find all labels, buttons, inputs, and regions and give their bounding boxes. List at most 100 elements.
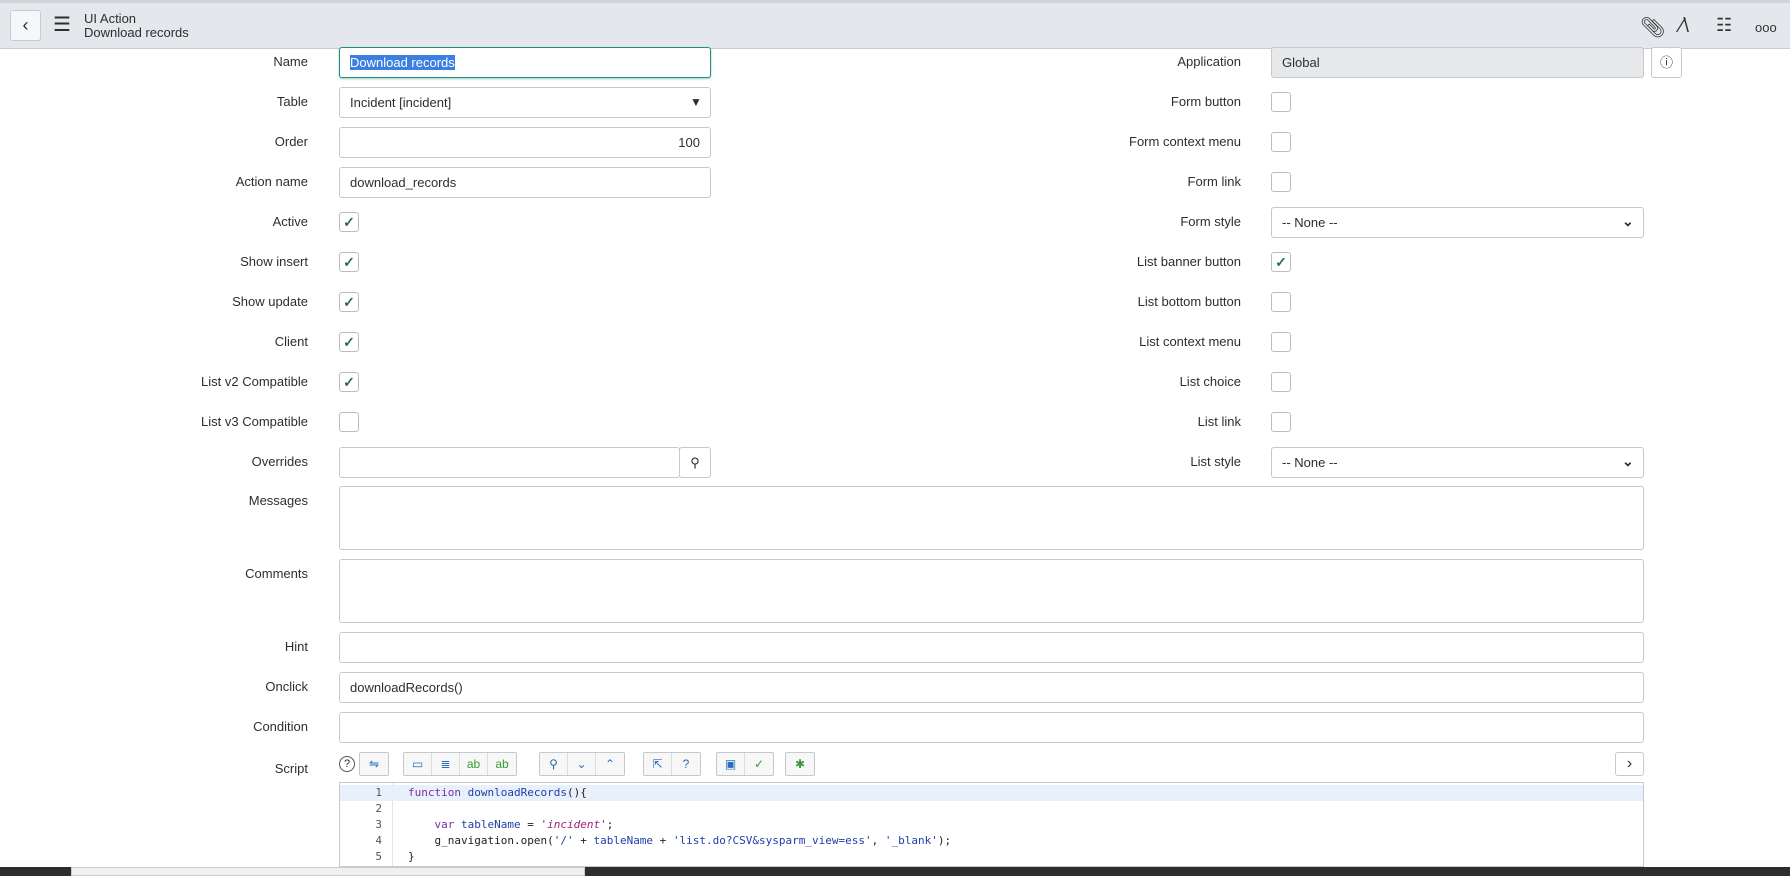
comments-label: Comments	[245, 566, 308, 581]
comment-icon[interactable]: ▭	[404, 753, 432, 775]
show-insert-label: Show insert	[240, 254, 308, 269]
list-style-label: List style	[1190, 454, 1241, 469]
horizontal-scrollbar[interactable]	[71, 867, 585, 876]
line-number: 2	[375, 802, 382, 815]
info-icon: ⓘ	[1659, 55, 1673, 70]
debug-icon[interactable]: ✱	[786, 753, 814, 775]
code-line: 4 g_navigation.open('/' + tableName + 'l…	[340, 833, 1643, 849]
client-label: Client	[274, 334, 308, 349]
search-icon: ⚲	[690, 455, 700, 470]
code-token: '/'	[553, 834, 574, 847]
info-button[interactable]: ⓘ	[1651, 47, 1682, 78]
code-token: =	[520, 818, 541, 831]
help-circle-icon[interactable]: ?	[672, 753, 700, 775]
line-number: 4	[375, 834, 382, 847]
action-name-input[interactable]: download_records	[339, 167, 711, 198]
check-icon: ✓	[343, 334, 355, 350]
code-token: var	[434, 818, 461, 831]
action-name-label: Action name	[235, 174, 308, 189]
table-select[interactable]: Incident [incident]	[339, 87, 711, 118]
list-choice-label: List choice	[1179, 374, 1241, 389]
messages-label: Messages	[248, 493, 308, 508]
client-checkbox[interactable]: ✓	[339, 332, 359, 352]
list-style-select[interactable]: -- None --	[1271, 447, 1644, 478]
action-name-input-value: download_records	[350, 175, 457, 190]
script-toolbar-group-2: ▭ ≣ ab ab	[403, 752, 517, 776]
script-toolbar-group-6: ✱	[785, 752, 815, 776]
show-insert-checkbox[interactable]: ✓	[339, 252, 359, 272]
code-token: 'list.do?CSV&sysparm_view=ess'	[672, 834, 872, 847]
hint-input[interactable]	[339, 632, 1644, 663]
condition-label: Condition	[253, 719, 308, 734]
list-bottom-button-checkbox[interactable]	[1271, 292, 1291, 312]
list-v2-checkbox[interactable]: ✓	[339, 372, 359, 392]
code-token: ;	[606, 818, 614, 831]
list-choice-checkbox[interactable]	[1271, 372, 1291, 392]
replace-icon[interactable]: ab	[460, 753, 488, 775]
active-label: Active	[272, 214, 308, 229]
script-editor[interactable]: 1 function downloadRecords(){2 3 var table…	[339, 782, 1644, 867]
overrides-label: Overrides	[251, 454, 308, 469]
show-update-checkbox[interactable]: ✓	[339, 292, 359, 312]
code-text: var tableName = 'incident';	[408, 817, 614, 833]
back-button[interactable]: ‹	[10, 10, 41, 41]
search-icon[interactable]: ⚲	[540, 753, 568, 775]
table-label: Table	[276, 94, 308, 109]
sliders-icon[interactable]: ☷	[1716, 15, 1732, 36]
more-icon[interactable]: ooo	[1755, 20, 1777, 35]
overrides-input[interactable]	[339, 447, 680, 478]
form-style-label: Form style	[1180, 214, 1241, 229]
comments-textarea[interactable]	[339, 559, 1644, 623]
check-syntax-icon[interactable]: ✓	[745, 753, 773, 775]
active-checkbox[interactable]: ✓	[339, 212, 359, 232]
code-text: function downloadRecords(){	[408, 785, 587, 801]
code-token: +	[573, 834, 594, 847]
list-style-select-value: -- None --	[1282, 455, 1338, 470]
code-token: '_blank'	[884, 834, 938, 847]
paperclip-icon[interactable]: 📎︎	[1640, 15, 1665, 40]
record-type: UI Action	[84, 11, 137, 26]
code-token: ,	[871, 834, 885, 847]
format-icon[interactable]: ≣	[432, 753, 460, 775]
find-next-icon[interactable]: ⌄	[568, 753, 596, 775]
form-style-select[interactable]: -- None --	[1271, 207, 1644, 238]
save-icon[interactable]: ▣	[717, 753, 745, 775]
check-icon: ✓	[343, 294, 355, 310]
form-link-checkbox[interactable]	[1271, 172, 1291, 192]
form-button-checkbox[interactable]	[1271, 92, 1291, 112]
name-label: Name	[273, 54, 308, 69]
list-link-checkbox[interactable]	[1271, 412, 1291, 432]
list-banner-button-checkbox[interactable]: ✓	[1271, 252, 1291, 272]
chevron-down-icon: ⌄	[1622, 453, 1634, 469]
replace-all-icon[interactable]: ab	[488, 753, 516, 775]
order-input-value: 100	[678, 135, 700, 150]
find-previous-icon[interactable]: ⌃	[596, 753, 624, 775]
code-token: 'incident'	[540, 818, 607, 831]
activity-icon[interactable]: ⁄\	[1680, 15, 1689, 38]
code-token: }	[408, 850, 415, 863]
condition-input[interactable]	[339, 712, 1644, 743]
expand-script-button[interactable]: ›	[1615, 752, 1644, 776]
list-v3-checkbox[interactable]	[339, 412, 359, 432]
script-toolbar-group-3: ⚲ ⌄ ⌃	[539, 752, 625, 776]
code-token: (){	[566, 786, 587, 799]
lookup-button[interactable]: ⚲	[679, 447, 711, 478]
table-select-value: Incident [incident]	[350, 95, 452, 110]
form-context-menu-checkbox[interactable]	[1271, 132, 1291, 152]
script-label: Script	[274, 761, 308, 776]
list-banner-button-label: List banner button	[1136, 254, 1241, 269]
name-input[interactable]: Download records	[339, 47, 711, 78]
help-icon[interactable]: ?	[339, 756, 355, 772]
list-context-menu-checkbox[interactable]	[1271, 332, 1291, 352]
list-link-label: List link	[1197, 414, 1241, 429]
order-input[interactable]: 100	[339, 127, 711, 158]
toggle-syntax-icon[interactable]: ⇋	[360, 753, 388, 775]
fullscreen-icon[interactable]: ⇱	[644, 753, 672, 775]
messages-textarea[interactable]	[339, 486, 1644, 550]
application-field[interactable]: Global	[1271, 47, 1644, 78]
onclick-input[interactable]: downloadRecords()	[339, 672, 1644, 703]
hamburger-icon[interactable]: ☰	[53, 15, 71, 35]
list-v3-label: List v3 Compatible	[201, 414, 308, 429]
code-line: 5}	[340, 849, 1643, 865]
